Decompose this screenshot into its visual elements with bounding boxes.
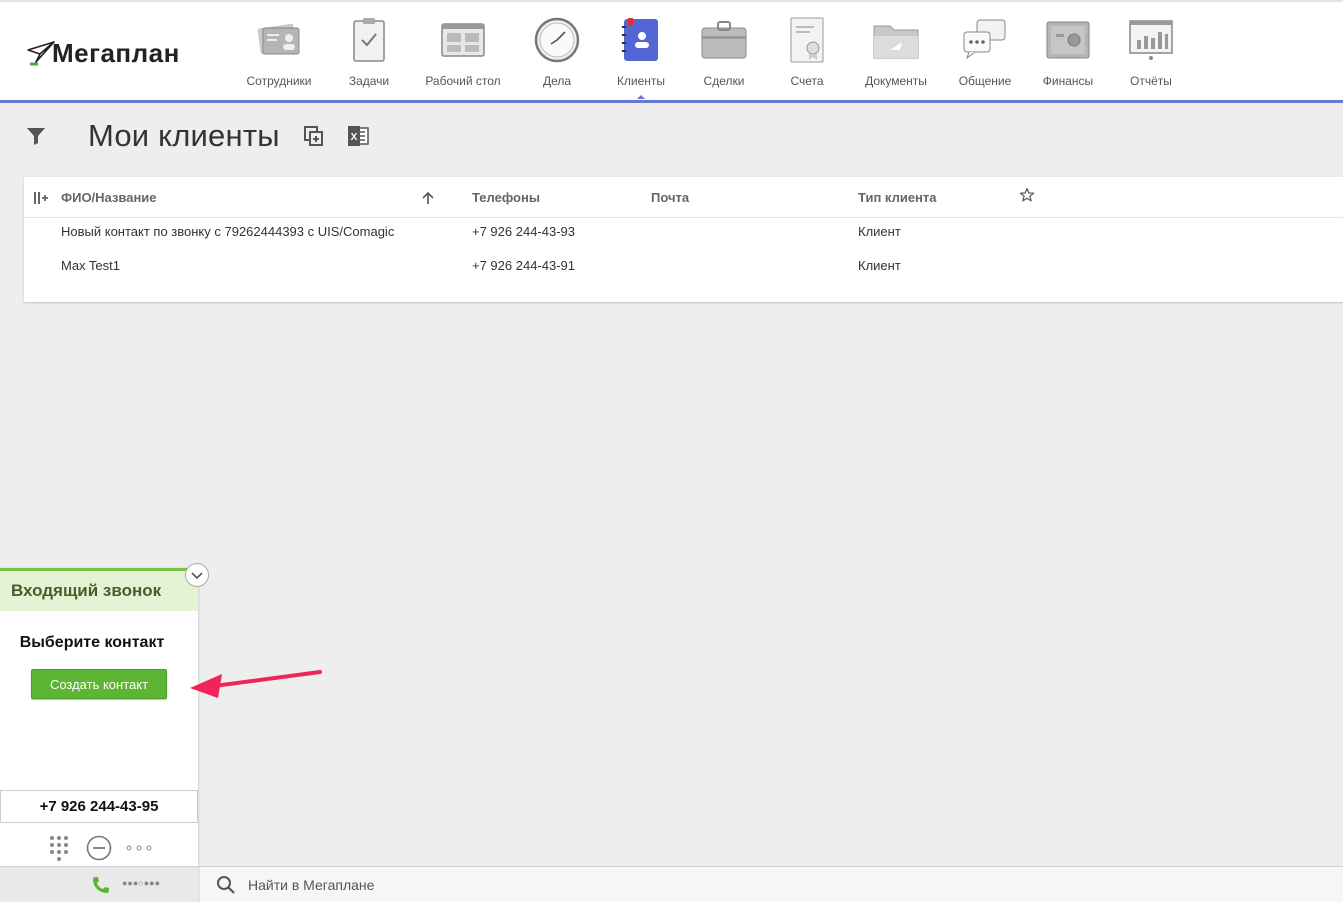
collapse-widget-button[interactable] (185, 563, 209, 587)
phone-icon[interactable] (91, 875, 111, 900)
cell-client-type: Клиент (858, 258, 901, 273)
page-header: Мои клиенты X (24, 116, 390, 156)
columns-settings-icon[interactable] (34, 191, 48, 205)
svg-text:X: X (350, 132, 357, 143)
cell-phone[interactable]: +7 926 244-43-91 (472, 258, 575, 273)
pointer-arrow-annotation (190, 670, 322, 698)
nav-label: Клиенты (616, 74, 666, 88)
star-icon[interactable] (1019, 187, 1035, 203)
nav-label: Задачи (348, 74, 390, 88)
megaplan-logo[interactable]: Мегаплан (26, 36, 180, 70)
tasks-icon (345, 16, 393, 64)
clients-icon (617, 16, 665, 64)
nav-item-finance[interactable]: Финансы (1020, 16, 1116, 96)
desktop-icon (439, 16, 487, 64)
cell-client-type: Клиент (858, 224, 901, 239)
dialpad-icon[interactable] (49, 835, 69, 861)
documents-icon (872, 16, 920, 64)
call-status-area: ●●●○●●● (0, 867, 198, 902)
column-header-client-type[interactable]: Тип клиента (858, 190, 937, 205)
nav-label: Рабочий стол (425, 74, 501, 88)
nav-item-reports[interactable]: Отчёты (1116, 16, 1186, 96)
main-nav: Сотрудники Задачи Рабочий стол Дела Клие… (238, 16, 1186, 99)
column-header-email[interactable]: Почта (651, 190, 689, 205)
nav-label: Сотрудники (246, 74, 312, 88)
cell-name[interactable]: Max Test1 (61, 258, 120, 273)
nav-label: Сделки (703, 74, 745, 88)
cell-name[interactable]: Новый контакт по звонку с 79262444393 с … (61, 224, 394, 239)
nav-label: Отчёты (1130, 74, 1172, 88)
top-navigation-bar: Мегаплан Сотрудники Задачи Рабочий стол … (0, 0, 1343, 103)
nav-item-desktop[interactable]: Рабочий стол (418, 16, 508, 96)
table-header: ФИО/Название Телефоны Почта Тип клиента (24, 177, 1343, 218)
column-header-phones[interactable]: Телефоны (472, 190, 540, 205)
clock-icon (533, 16, 581, 64)
nav-item-affairs[interactable]: Дела (508, 16, 606, 96)
nav-label: Дела (542, 74, 572, 88)
caller-phone-number: +7 926 244-43-95 (0, 790, 198, 823)
nav-item-deals[interactable]: Сделки (676, 16, 772, 96)
nav-item-employees[interactable]: Сотрудники (238, 16, 320, 96)
nav-item-clients[interactable]: Клиенты (606, 16, 676, 99)
bottom-bar: ●●●○●●● (0, 866, 1343, 902)
copy-add-icon[interactable] (302, 124, 326, 148)
nav-item-invoices[interactable]: Счета (772, 16, 842, 96)
chevron-down-icon (191, 572, 203, 580)
briefcase-icon (700, 16, 748, 64)
nav-label: Общение (958, 74, 1012, 88)
nav-label: Документы (865, 74, 927, 88)
nav-item-chat[interactable]: Общение (950, 16, 1020, 96)
nav-label: Финансы (1042, 74, 1094, 88)
safe-icon (1044, 16, 1092, 64)
logo-text: Мегаплан (52, 37, 180, 68)
page-title: Мои клиенты (88, 118, 280, 153)
hangup-icon[interactable] (86, 835, 112, 861)
clients-table: ФИО/Название Телефоны Почта Тип клиента … (24, 177, 1343, 302)
reports-icon (1127, 16, 1175, 64)
nav-item-documents[interactable]: Документы (842, 16, 950, 96)
sort-arrow-up-icon[interactable] (421, 191, 435, 205)
choose-contact-label: Выберите контакт (19, 634, 165, 651)
excel-export-icon[interactable]: X (346, 124, 370, 148)
create-contact-button[interactable]: Создать контакт (31, 669, 167, 699)
call-status-dots: ●●●○●●● (122, 878, 161, 888)
nav-item-tasks[interactable]: Задачи (320, 16, 418, 96)
widget-title: Входящий звонок (0, 571, 198, 611)
invoice-icon (783, 16, 831, 64)
filter-icon[interactable] (24, 124, 48, 148)
incoming-call-widget: Входящий звонок Выберите контакт Создать… (0, 563, 209, 869)
cell-phone[interactable]: +7 926 244-43-93 (472, 224, 575, 239)
more-options-icon[interactable] (126, 844, 152, 852)
nav-label: Счета (790, 74, 824, 88)
widget-toolbar (0, 825, 198, 869)
column-header-name[interactable]: ФИО/Название (61, 190, 157, 205)
employees-icon (255, 16, 303, 64)
search-input[interactable] (248, 876, 848, 893)
search-bar (200, 867, 1343, 902)
chat-icon (961, 16, 1009, 64)
search-icon (216, 875, 236, 895)
